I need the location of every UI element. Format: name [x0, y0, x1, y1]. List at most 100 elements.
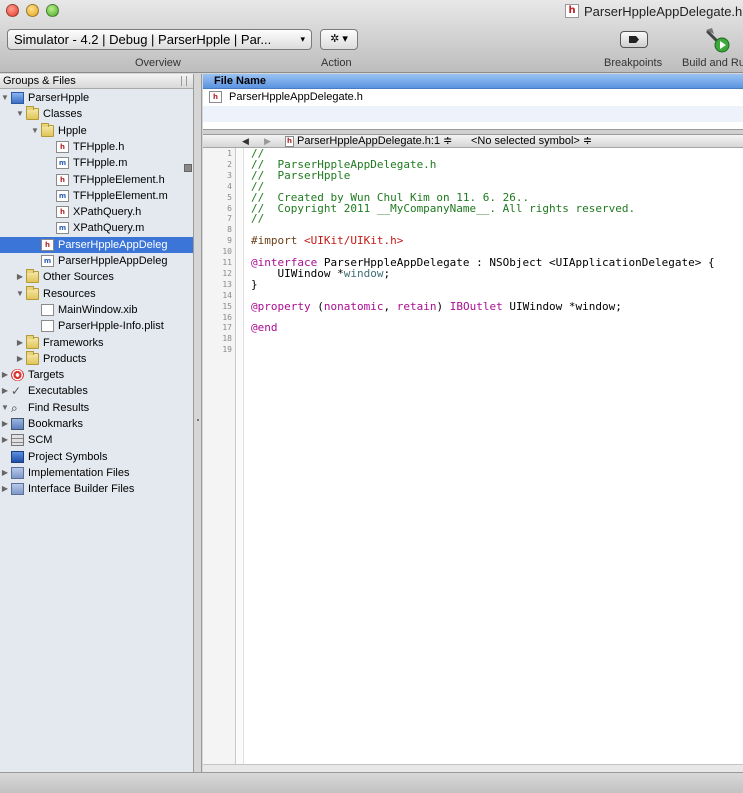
- zoom-window-button[interactable]: [46, 4, 59, 17]
- sidebar-item[interactable]: m XPathQuery.m: [0, 220, 193, 236]
- sidebar-item[interactable]: ▶ Targets: [0, 367, 193, 383]
- sidebar-item[interactable]: ParserHpple-Info.plist: [0, 318, 193, 334]
- sidebar-item[interactable]: ▼ ParserHpple: [0, 90, 193, 106]
- line-number: 3: [227, 170, 232, 180]
- sidebar-item[interactable]: h ParserHppleAppDeleg: [0, 236, 193, 253]
- target-icon: [11, 369, 24, 382]
- breakpoints-button-label[interactable]: Breakpoints: [604, 57, 662, 69]
- sidebar-item[interactable]: ▼ Classes: [0, 106, 193, 122]
- sidebar-item-label: XPathQuery.m: [73, 222, 145, 235]
- disclosure-collapsed-icon[interactable]: ▶: [0, 383, 10, 399]
- sidebar-splitter[interactable]: [195, 74, 202, 772]
- detail-toggle-icon[interactable]: [184, 164, 192, 172]
- disclosure-expanded-icon[interactable]: ▼: [0, 400, 10, 416]
- code-token: }: [251, 277, 258, 291]
- code-line[interactable]: UIWindow *window;: [251, 268, 390, 279]
- code-line[interactable]: #import <UIKit/UIKit.h>: [251, 235, 403, 246]
- column-resize-grip[interactable]: [181, 76, 187, 86]
- sidebar-item[interactable]: m TFHpple.m: [0, 155, 193, 171]
- code-folding-ribbon[interactable]: [236, 148, 244, 764]
- disclosure-collapsed-icon[interactable]: ▶: [15, 269, 25, 285]
- sidebar-item-label: TFHpple.h: [73, 140, 125, 153]
- back-arrow-icon[interactable]: ◀: [242, 135, 249, 147]
- code-token: // Copyright 2011 __MyCompanyName__. All…: [251, 201, 636, 215]
- sidebar-item[interactable]: ▶ Products: [0, 350, 193, 367]
- code-line[interactable]: //: [251, 213, 264, 224]
- horizontal-scrollbar[interactable]: [203, 764, 743, 772]
- editor-navigation-bar: ◀ ▶ h ParserHppleAppDelegate.h:1 ≑ <No s…: [203, 135, 743, 148]
- sidebar-item-label: TFHppleElement.h: [73, 173, 165, 186]
- sidebar-item[interactable]: MainWindow.xib: [0, 302, 193, 318]
- sidebar-item[interactable]: h TFHppleElement.h: [0, 172, 193, 188]
- sidebar-item[interactable]: ▼ Resources: [0, 285, 193, 302]
- window-toolbar: h ParserHppleAppDelegate.h Simulator - 4…: [0, 0, 743, 73]
- code-line[interactable]: @end: [251, 322, 278, 333]
- sidebar-item[interactable]: ▶ SCM: [0, 432, 193, 448]
- breakpoints-icon[interactable]: [620, 31, 648, 48]
- sidebar-item[interactable]: ▶ ✓ Executables: [0, 383, 193, 399]
- code-editor[interactable]: 1 2 3 4 5 6 7 8 9 10 11 12 13 14 15 16 17 18 19 //// Parse…: [203, 148, 743, 772]
- sidebar-item[interactable]: m ParserHppleAppDeleg: [0, 253, 193, 269]
- build-and-run-button-label[interactable]: Build and Ru: [682, 57, 743, 69]
- action-popup-button[interactable]: ✲ ▾: [320, 29, 358, 50]
- build-and-run-icon[interactable]: [704, 26, 732, 54]
- implementation-files-icon: [11, 466, 24, 479]
- scheme-overview-popup[interactable]: Simulator - 4.2 | Debug | ParserHpple | …: [7, 29, 312, 50]
- code-line[interactable]: // ParserHpple: [251, 170, 350, 181]
- disclosure-expanded-icon[interactable]: ▼: [30, 123, 40, 139]
- disclosure-collapsed-icon[interactable]: ▶: [0, 432, 10, 448]
- sidebar-item-label: Hpple: [58, 124, 87, 137]
- disclosure-collapsed-icon[interactable]: ▶: [0, 481, 10, 497]
- file-name-column-header[interactable]: File Name: [203, 74, 743, 89]
- sidebar-header-label: Groups & Files: [3, 75, 76, 87]
- sidebar-item[interactable]: h TFHpple.h: [0, 139, 193, 155]
- folder-icon: [26, 269, 39, 284]
- folder-icon: [26, 106, 39, 121]
- disclosure-collapsed-icon[interactable]: ▶: [15, 335, 25, 351]
- file-history-popup[interactable]: ParserHppleAppDelegate.h:1 ≑: [297, 135, 452, 147]
- table-row[interactable]: h ParserHppleAppDelegate.h: [203, 89, 743, 106]
- minimize-window-button[interactable]: [26, 4, 39, 17]
- line-number: 10: [222, 247, 232, 257]
- groups-and-files-sidebar: Groups & Files ▼ ParserHpple ▼ Classes ▼ Hppl…: [0, 74, 194, 772]
- line-number: 19: [222, 345, 232, 355]
- disclosure-expanded-icon[interactable]: ▼: [0, 90, 10, 106]
- disclosure-collapsed-icon[interactable]: ▶: [0, 416, 10, 432]
- sidebar-item[interactable]: m TFHppleElement.m: [0, 188, 193, 204]
- code-line[interactable]: // Copyright 2011 __MyCompanyName__. All…: [251, 203, 635, 214]
- symbol-popup[interactable]: <No selected symbol> ≑: [471, 135, 592, 147]
- disclosure-collapsed-icon[interactable]: ▶: [0, 465, 10, 481]
- sidebar-item[interactable]: ▶ Interface Builder Files: [0, 481, 193, 497]
- gear-icon: ✲ ▾: [330, 33, 348, 45]
- header-file-icon: h: [41, 238, 54, 251]
- disclosure-expanded-icon[interactable]: ▼: [15, 286, 25, 302]
- close-window-button[interactable]: [6, 4, 19, 17]
- code-line[interactable]: }: [251, 279, 258, 290]
- disclosure-collapsed-icon[interactable]: ▶: [0, 367, 10, 383]
- line-number: 13: [222, 279, 232, 289]
- action-label: Action: [321, 57, 352, 69]
- header-file-icon: h: [56, 206, 69, 219]
- sidebar-item[interactable]: h XPathQuery.h: [0, 204, 193, 220]
- sidebar-item[interactable]: ▶ Frameworks: [0, 334, 193, 351]
- sidebar-item-label: ParserHppleAppDeleg: [58, 238, 168, 251]
- line-number: 9: [227, 236, 232, 246]
- code-token: ): [436, 299, 450, 313]
- sidebar-item-label: Products: [43, 352, 87, 365]
- code-line[interactable]: @property (nonatomic, retain) IBOutlet U…: [251, 301, 622, 312]
- header-file-icon: h: [565, 4, 579, 18]
- sidebar-item[interactable]: ▼ ⌕ Find Results: [0, 400, 193, 416]
- sidebar-item[interactable]: ▼ Hpple: [0, 122, 193, 139]
- sidebar-header[interactable]: Groups & Files: [0, 74, 193, 89]
- project-icon: [11, 92, 24, 104]
- sidebar-item[interactable]: ▶ Other Sources: [0, 269, 193, 285]
- sidebar-item[interactable]: ▶ Bookmarks: [0, 416, 193, 432]
- overview-label: Overview: [135, 57, 181, 69]
- disclosure-expanded-icon[interactable]: ▼: [15, 106, 25, 122]
- line-number: 8: [227, 225, 232, 235]
- sidebar-item[interactable]: Project Symbols: [0, 449, 193, 465]
- forward-arrow-icon[interactable]: ▶: [264, 135, 271, 147]
- sidebar-item-label: TFHpple.m: [73, 157, 128, 170]
- sidebar-item[interactable]: ▶ Implementation Files: [0, 465, 193, 481]
- disclosure-collapsed-icon[interactable]: ▶: [15, 351, 25, 367]
